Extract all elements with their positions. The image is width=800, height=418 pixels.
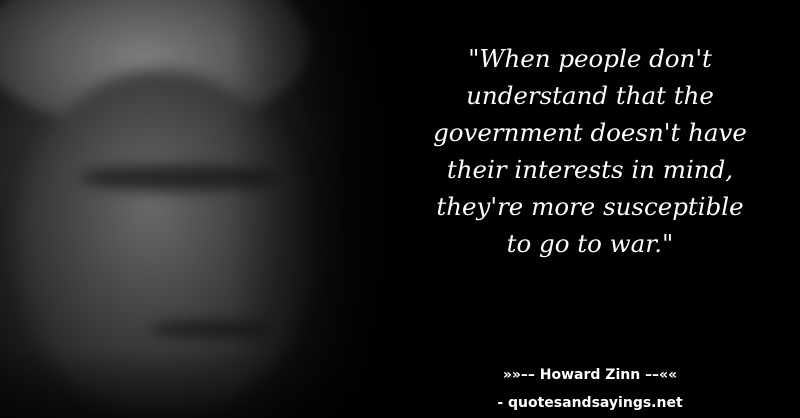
quote-line-5: they're more susceptible bbox=[436, 192, 744, 221]
quote-text: "When people don't understand that the g… bbox=[400, 40, 780, 262]
quote-card: "When people don't understand that the g… bbox=[0, 0, 800, 418]
quote-line-6: to go to war." bbox=[506, 229, 674, 258]
quote-line-4: their interests in mind, bbox=[446, 155, 734, 184]
quote-line-2: understand that the bbox=[466, 81, 714, 110]
quote-author: »»–– Howard Zinn ––«« bbox=[502, 367, 678, 383]
portrait-photo bbox=[0, 0, 430, 418]
portrait-fade-bottom bbox=[0, 348, 430, 418]
quote-line-1: "When people don't bbox=[468, 44, 712, 73]
quote-source: - quotesandsayings.net bbox=[497, 395, 683, 411]
quote-line-3: government doesn't have bbox=[433, 118, 747, 147]
